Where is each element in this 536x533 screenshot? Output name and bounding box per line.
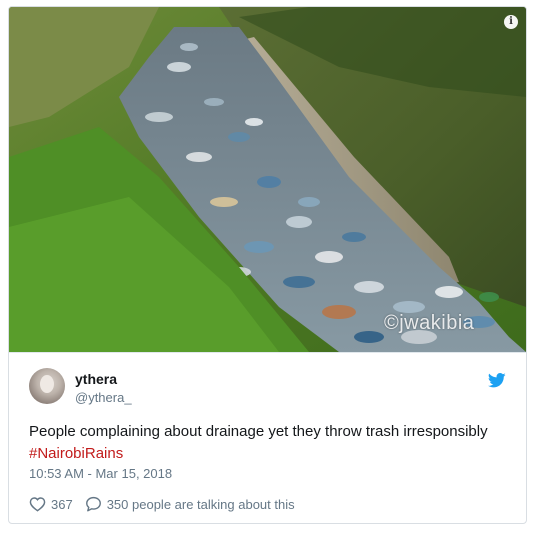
like-button[interactable]: 367 (29, 496, 73, 512)
tweet-actions: 367 350 people are talking about this (29, 494, 307, 514)
twitter-bird-icon[interactable] (488, 373, 506, 388)
photo-scene (9, 7, 526, 352)
speech-bubble-icon (85, 496, 101, 512)
photo-watermark: ©jwakibia (384, 312, 475, 334)
tweet-body: ythera @ythera_ People complaining about… (9, 352, 526, 523)
tweet-text-main: People complaining about drainage yet th… (29, 423, 488, 440)
hashtag-link[interactable]: #NairobiRains (29, 445, 123, 462)
tweet-photo[interactable]: i ©jwakibia (9, 7, 526, 352)
info-icon[interactable]: i (504, 15, 518, 29)
embedded-tweet-card[interactable]: i ©jwakibia ythera @ythera_ People compl… (8, 6, 527, 524)
replies-button[interactable]: 350 people are talking about this (85, 496, 295, 512)
user-handle[interactable]: @ythera_ (75, 390, 132, 405)
avatar[interactable] (29, 368, 65, 404)
replies-label: 350 people are talking about this (106, 496, 295, 512)
timestamp[interactable]: 10:53 AM - Mar 15, 2018 (29, 466, 172, 481)
tweet-text: People complaining about drainage yet th… (29, 421, 499, 465)
display-name[interactable]: ythera (75, 371, 117, 387)
like-count: 367 (51, 496, 73, 512)
heart-icon (29, 497, 46, 512)
